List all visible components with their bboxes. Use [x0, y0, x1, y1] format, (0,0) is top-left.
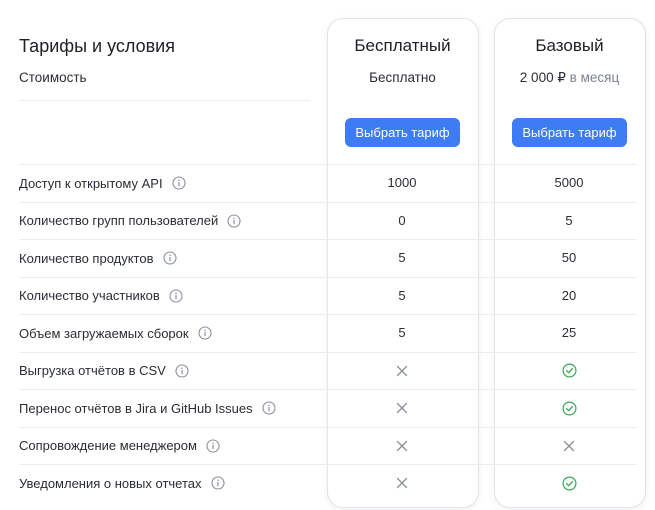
- page-title: Тарифы и условия: [19, 36, 175, 56]
- cross-icon: [529, 436, 609, 456]
- divider: [19, 239, 637, 240]
- feature-label-text: Объем загружаемых сборок: [19, 325, 189, 341]
- check-icon: [529, 398, 609, 418]
- feature-label-text: Сопровождение менеджером: [19, 438, 197, 453]
- feature-value-base: 20: [561, 287, 577, 303]
- divider: [19, 202, 637, 203]
- feature-value-base: 50: [561, 250, 577, 265]
- check-icon: [529, 473, 609, 493]
- info-icon[interactable]: [262, 401, 276, 415]
- feature-label: Доступ к открытому API: [19, 173, 186, 193]
- info-icon[interactable]: [169, 288, 183, 303]
- feature-value-free: 5: [398, 325, 406, 340]
- divider: [19, 352, 637, 353]
- feature-label: Перенос отчётов в Jira и GitHub Issues: [19, 398, 276, 418]
- plan-name-free: Бесплатный: [354, 36, 451, 55]
- choose-plan-button-base[interactable]: Выбрать тариф: [512, 118, 627, 147]
- feature-label: Выгрузка отчётов в CSV: [19, 361, 189, 381]
- divider: [19, 314, 637, 315]
- feature-label-text: Количество групп пользователей: [19, 213, 219, 228]
- feature-label: Уведомления о новых отчетах: [19, 473, 225, 493]
- feature-value-free: 1000: [387, 175, 417, 190]
- divider: [19, 164, 637, 165]
- info-icon[interactable]: [210, 476, 225, 490]
- divider: [19, 100, 310, 101]
- price-period: в месяц: [565, 70, 620, 85]
- feature-value-free: 0: [398, 212, 406, 228]
- info-icon[interactable]: [175, 363, 189, 378]
- divider: [19, 464, 637, 465]
- divider: [19, 277, 637, 278]
- feature-label: Объем загружаемых сборок: [19, 323, 212, 343]
- divider: [19, 389, 637, 390]
- plan-price-base: 2 000 ₽ в месяц: [495, 70, 644, 86]
- feature-value-free: 5: [398, 250, 406, 265]
- feature-label-text: Уведомления о новых отчетах: [19, 475, 202, 491]
- feature-label-text: Количество участников: [19, 288, 160, 303]
- info-icon[interactable]: [172, 176, 186, 190]
- feature-label-text: Выгрузка отчётов в CSV: [19, 363, 166, 378]
- feature-label: Количество продуктов: [19, 248, 177, 268]
- feature-label-text: Количество продуктов: [19, 250, 154, 266]
- pricing-section: Тарифы и условия Стоимость Бесплатный Ба…: [0, 0, 655, 510]
- plan-price-free: Бесплатно: [328, 70, 477, 85]
- info-icon[interactable]: [227, 213, 241, 228]
- feature-value-free: 5: [398, 287, 406, 303]
- cross-icon: [362, 436, 442, 456]
- cross-icon: [362, 473, 442, 493]
- divider: [19, 427, 637, 428]
- feature-label-text: Доступ к открытому API: [19, 175, 163, 191]
- cost-label: Стоимость: [19, 70, 87, 85]
- plan-name-base: Базовый: [535, 36, 604, 55]
- feature-label: Количество групп пользователей: [19, 211, 241, 231]
- feature-value-base: 5000: [554, 175, 584, 190]
- info-icon[interactable]: [162, 251, 177, 265]
- info-icon[interactable]: [206, 438, 220, 453]
- feature-label-text: Перенос отчётов в Jira и GitHub Issues: [19, 400, 253, 416]
- price-value: Бесплатно: [369, 70, 436, 85]
- feature-value-base: 25: [561, 325, 577, 340]
- check-icon: [529, 361, 609, 381]
- feature-value-base: 5: [565, 212, 573, 228]
- cross-icon: [362, 398, 442, 418]
- price-value: 2 000 ₽: [519, 70, 566, 85]
- choose-plan-button-free[interactable]: Выбрать тариф: [345, 118, 460, 147]
- feature-label: Сопровождение менеджером: [19, 436, 220, 456]
- cross-icon: [362, 361, 442, 381]
- info-icon[interactable]: [198, 326, 212, 340]
- feature-label: Количество участников: [19, 286, 183, 306]
